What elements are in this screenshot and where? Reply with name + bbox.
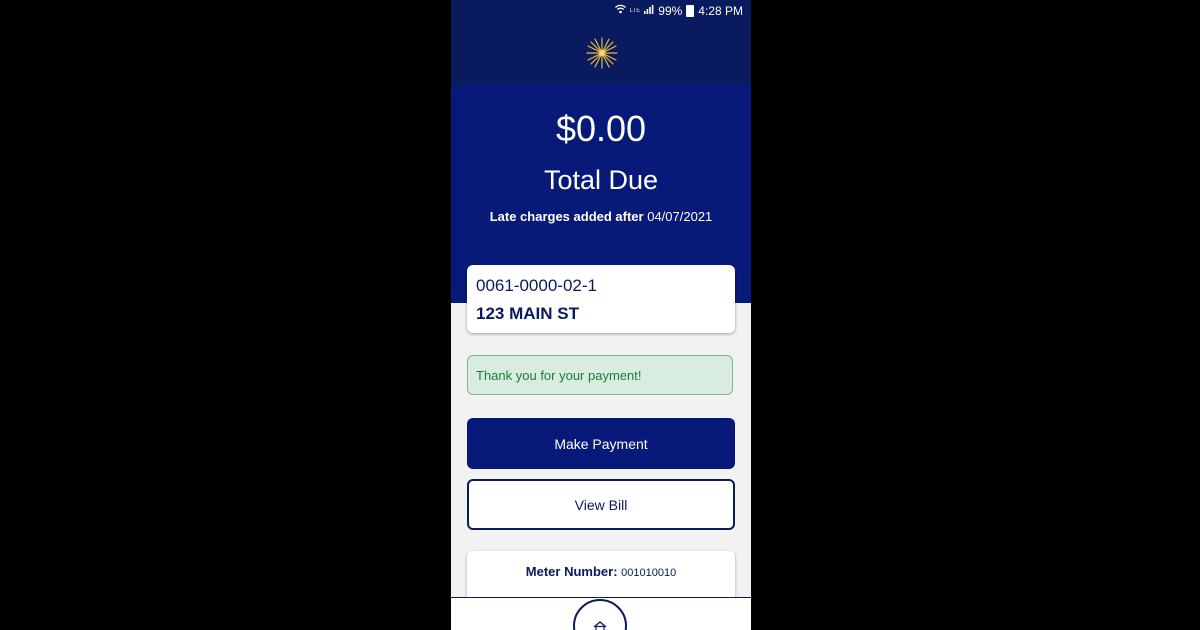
- chevron-left-icon[interactable]: ‹: [469, 625, 489, 630]
- chevron-right-icon[interactable]: ›: [715, 625, 735, 630]
- total-due-label: Total Due: [543, 165, 659, 195]
- account-card[interactable]: 0061-0000-02-1 123 MAIN ST: [467, 265, 735, 333]
- status-bar: LTE 99% 4:28 PM: [614, 4, 743, 18]
- make-payment-button[interactable]: Make Payment: [467, 418, 735, 469]
- home-icon: [593, 621, 607, 630]
- star-logo-icon: [586, 37, 618, 69]
- meter-number-label: Meter Number:: [525, 564, 618, 579]
- account-number: 0061-0000-02-1: [476, 276, 597, 295]
- late-charges-date: 04/07/2021: [647, 209, 713, 224]
- view-bill-button[interactable]: View Bill: [467, 479, 735, 530]
- payment-success-alert: Thank you for your payment!: [467, 355, 733, 395]
- late-charges-label: Late charges added after: [489, 209, 644, 224]
- payment-success-message: Thank you for your payment!: [476, 367, 642, 383]
- wifi-icon: [614, 4, 626, 18]
- meter-number-line: Meter Number: 001010010: [467, 564, 735, 579]
- chevron-left-icon[interactable]: ‹: [531, 625, 551, 630]
- late-charges-notice: Late charges added after 04/07/2021: [451, 209, 751, 224]
- signal-icon: [644, 4, 654, 18]
- lte-label: LTE: [629, 8, 641, 14]
- chevron-right-icon[interactable]: ›: [653, 625, 673, 630]
- meter-number-value: 001010010: [621, 567, 677, 579]
- battery-icon: [686, 5, 695, 17]
- total-due-amount: $0.00: [555, 108, 647, 149]
- clock-time: 4:28 PM: [698, 4, 743, 18]
- phone-screen: LTE 99% 4:28 PM $0.00 Total Due Late cha…: [451, 0, 751, 630]
- app-header: LTE 99% 4:28 PM: [451, 0, 751, 85]
- make-payment-label: Make Payment: [554, 435, 648, 452]
- battery-percent: 99%: [658, 4, 683, 18]
- service-address: 123 MAIN ST: [476, 304, 579, 323]
- view-bill-label: View Bill: [574, 496, 628, 513]
